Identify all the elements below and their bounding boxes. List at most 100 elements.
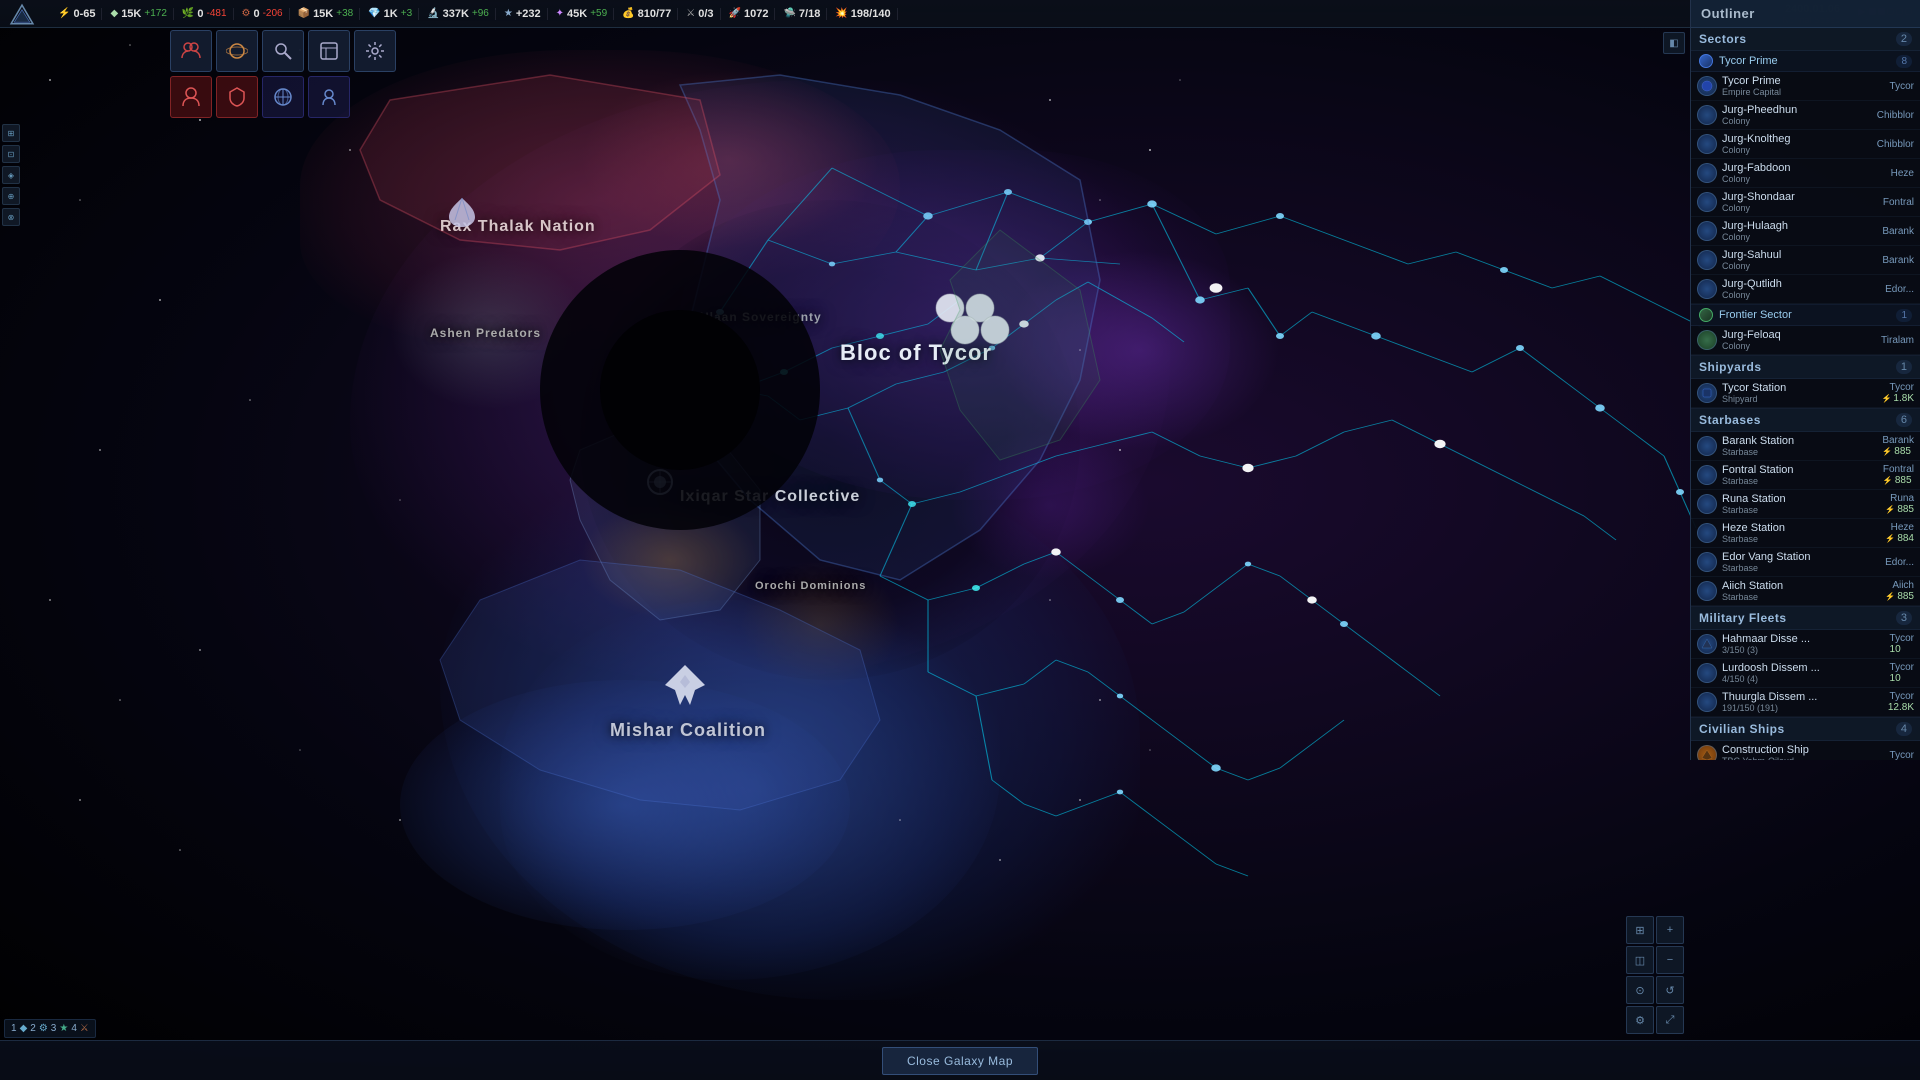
starbase-icon-1 (1697, 436, 1717, 456)
toolbar-settings[interactable] (354, 30, 396, 72)
section-civilian-ships: Civilian Ships 4 Construction Ship TBC Y… (1691, 718, 1920, 760)
planet-knoltheg[interactable]: Jurg-Knoltheg Colony Chibblor (1691, 130, 1920, 159)
planet-pheedhun[interactable]: Jurg-Pheedhun Colony Chibblor (1691, 101, 1920, 130)
civilian-ships-header[interactable]: Civilian Ships 4 (1691, 718, 1920, 741)
section-military-fleets: Military Fleets 3 Hahmaar Disse ... 3/15… (1691, 607, 1920, 718)
starbase-runa[interactable]: Runa Station Starbase Runa ⚡885 (1691, 490, 1920, 519)
hud-trade: 💰 810/77 (616, 8, 678, 20)
tycor-prime-icon (1699, 54, 1713, 68)
outliner-toggle[interactable]: ◧ (1663, 32, 1685, 54)
outliner-title: Outliner (1691, 0, 1920, 28)
bottom-bar: Close Galaxy Map (0, 1040, 1920, 1080)
left-icon-1[interactable]: ⊞ (2, 124, 20, 142)
planet-qutlidh[interactable]: Jurg-Qutlidh Colony Edor... (1691, 275, 1920, 304)
fleet-lurdoosh[interactable]: Lurdoosh Dissem ... 4/150 (4) Tycor 10 (1691, 659, 1920, 688)
map-btn-layers[interactable]: ◫ (1626, 946, 1654, 974)
hud-energy: ⚡ 0-65 (52, 8, 102, 20)
hud-unity: ✦ 45K +59 (550, 8, 615, 20)
starbase-icon-3 (1697, 494, 1717, 514)
frontier-sector-icon (1699, 308, 1713, 322)
nebula-right-purple (1000, 250, 1280, 450)
hud-fleet4: 💥 198/140 (829, 8, 897, 20)
toolbar-military[interactable] (216, 76, 258, 118)
tycor-prime-subsection[interactable]: Tycor Prime 8 (1691, 51, 1920, 72)
tycor-faction-icon (920, 288, 1010, 368)
speed-label-display: 1 ◆ 2 ⚙ 3 ★ 4 ⚔ (4, 1019, 96, 1038)
sectors-header[interactable]: Sectors 2 (1691, 28, 1920, 51)
toolbar-diplomacy[interactable] (262, 76, 304, 118)
map-btn-rotate[interactable]: ↺ (1656, 976, 1684, 1004)
planet-tycor-prime[interactable]: Tycor Prime Empire Capital Tycor (1691, 72, 1920, 101)
left-icon-5[interactable]: ⊗ (2, 208, 20, 226)
nebula-top-red (580, 70, 880, 250)
fleet-icon-2 (1697, 663, 1717, 683)
frontier-planet-icon (1697, 330, 1717, 350)
hud-influence: ★ +232 (498, 8, 548, 20)
civilian-ship-icon (1697, 745, 1717, 760)
top-toolbar (170, 30, 396, 72)
planet-sahuul[interactable]: Jurg-Sahuul Colony Barank (1691, 246, 1920, 275)
planet-icon-2 (1697, 105, 1717, 125)
nebula-right-dark (950, 430, 1150, 580)
planet-fabdoon[interactable]: Jurg-Fabdoon Colony Heze (1691, 159, 1920, 188)
starbase-heze[interactable]: Heze Station Starbase Heze ⚡884 (1691, 519, 1920, 548)
toolbar-planets[interactable] (216, 30, 258, 72)
planet-icon-3 (1697, 134, 1717, 154)
frontier-sector-subsection[interactable]: Frontier Sector 1 (1691, 304, 1920, 326)
sections-sectors: Sectors 2 Tycor Prime 8 Tycor Prime Empi… (1691, 28, 1920, 356)
starbase-icon-5 (1697, 552, 1717, 572)
planet-icon (1697, 76, 1717, 96)
map-btn-icons[interactable]: ⊙ (1626, 976, 1654, 1004)
planet-icon-8 (1697, 279, 1717, 299)
game-icon-placeholder (8, 2, 44, 26)
starbase-icon-6 (1697, 581, 1717, 601)
hud-fleet3: 🛸 7/18 (777, 8, 827, 20)
hud-minerals: ◆ 15K +172 (104, 8, 173, 20)
tycor-prime-count: 8 (1896, 55, 1912, 68)
toolbar-research[interactable] (262, 30, 304, 72)
left-icon-4[interactable]: ⊕ (2, 187, 20, 205)
nebula-bottom-dark (400, 680, 850, 930)
nebula-grey (390, 250, 590, 410)
mishar-faction-icon (655, 660, 715, 710)
starbase-aiich[interactable]: Aiich Station Starbase Aiich ⚡885 (1691, 577, 1920, 606)
starbase-fontral[interactable]: Fontral Station Starbase Fontral ⚡885 (1691, 461, 1920, 490)
hud-consumer-goods: 📦 15K +38 (292, 8, 361, 20)
map-btn-expand[interactable]: ⤢ (1656, 1006, 1684, 1034)
close-galaxy-map-button[interactable]: Close Galaxy Map (882, 1047, 1038, 1075)
second-toolbar (170, 76, 350, 118)
toolbar-factions[interactable] (308, 30, 350, 72)
map-controls: ⊞ + ◫ − ⊙ ↺ ⚙ ⤢ (1622, 912, 1688, 1038)
planet-feloaq[interactable]: Jurg-Feloaq Colony Tiralam (1691, 326, 1920, 355)
toolbar-empire[interactable] (170, 76, 212, 118)
map-btn-filter[interactable]: ⊞ (1626, 916, 1654, 944)
ixiqar-faction-icon (645, 467, 675, 497)
hud-fleet2: 🚀 1072 (723, 8, 776, 20)
map-btn-zoom-out[interactable]: − (1656, 946, 1684, 974)
starbases-header[interactable]: Starbases 6 (1691, 409, 1920, 432)
toolbar-species[interactable] (308, 76, 350, 118)
planet-icon-6 (1697, 221, 1717, 241)
section-shipyards: Shipyards 1 Tycor Station Shipyard Tycor… (1691, 356, 1920, 409)
map-btn-zoom-in[interactable]: + (1656, 916, 1684, 944)
civilian-ship-construction[interactable]: Construction Ship TBC Yehm-Qilaud Tycor (1691, 741, 1920, 760)
toolbar-population[interactable] (170, 30, 212, 72)
shipyard-tycor[interactable]: Tycor Station Shipyard Tycor ⚡ 1.8K (1691, 379, 1920, 408)
hud-alloys: ⚙ 0 -206 (236, 8, 290, 20)
planet-shondaar[interactable]: Jurg-Shondaar Colony Fontral (1691, 188, 1920, 217)
planet-icon-5 (1697, 192, 1717, 212)
map-btn-settings[interactable]: ⚙ (1626, 1006, 1654, 1034)
planet-icon-7 (1697, 250, 1717, 270)
planet-hulaagh[interactable]: Jurg-Hulaagh Colony Barank (1691, 217, 1920, 246)
left-icon-3[interactable]: ◈ (2, 166, 20, 184)
hud-fleet1: ⚔ 0/3 (680, 8, 720, 20)
shipyards-header[interactable]: Shipyards 1 (1691, 356, 1920, 379)
military-fleets-header[interactable]: Military Fleets 3 (1691, 607, 1920, 630)
fleet-icon-1 (1697, 634, 1717, 654)
fleet-hahmaar[interactable]: Hahmaar Disse ... 3/150 (3) Tycor 10 (1691, 630, 1920, 659)
fleet-thuurgla[interactable]: Thuurgla Dissem ... 191/150 (191) Tycor … (1691, 688, 1920, 717)
left-icon-2[interactable]: ⊡ (2, 145, 20, 163)
starbase-edor[interactable]: Edor Vang Station Starbase Edor... (1691, 548, 1920, 577)
frontier-sector-label: Frontier Sector (1719, 309, 1792, 321)
starbase-barank[interactable]: Barank Station Starbase Barank ⚡885 (1691, 432, 1920, 461)
